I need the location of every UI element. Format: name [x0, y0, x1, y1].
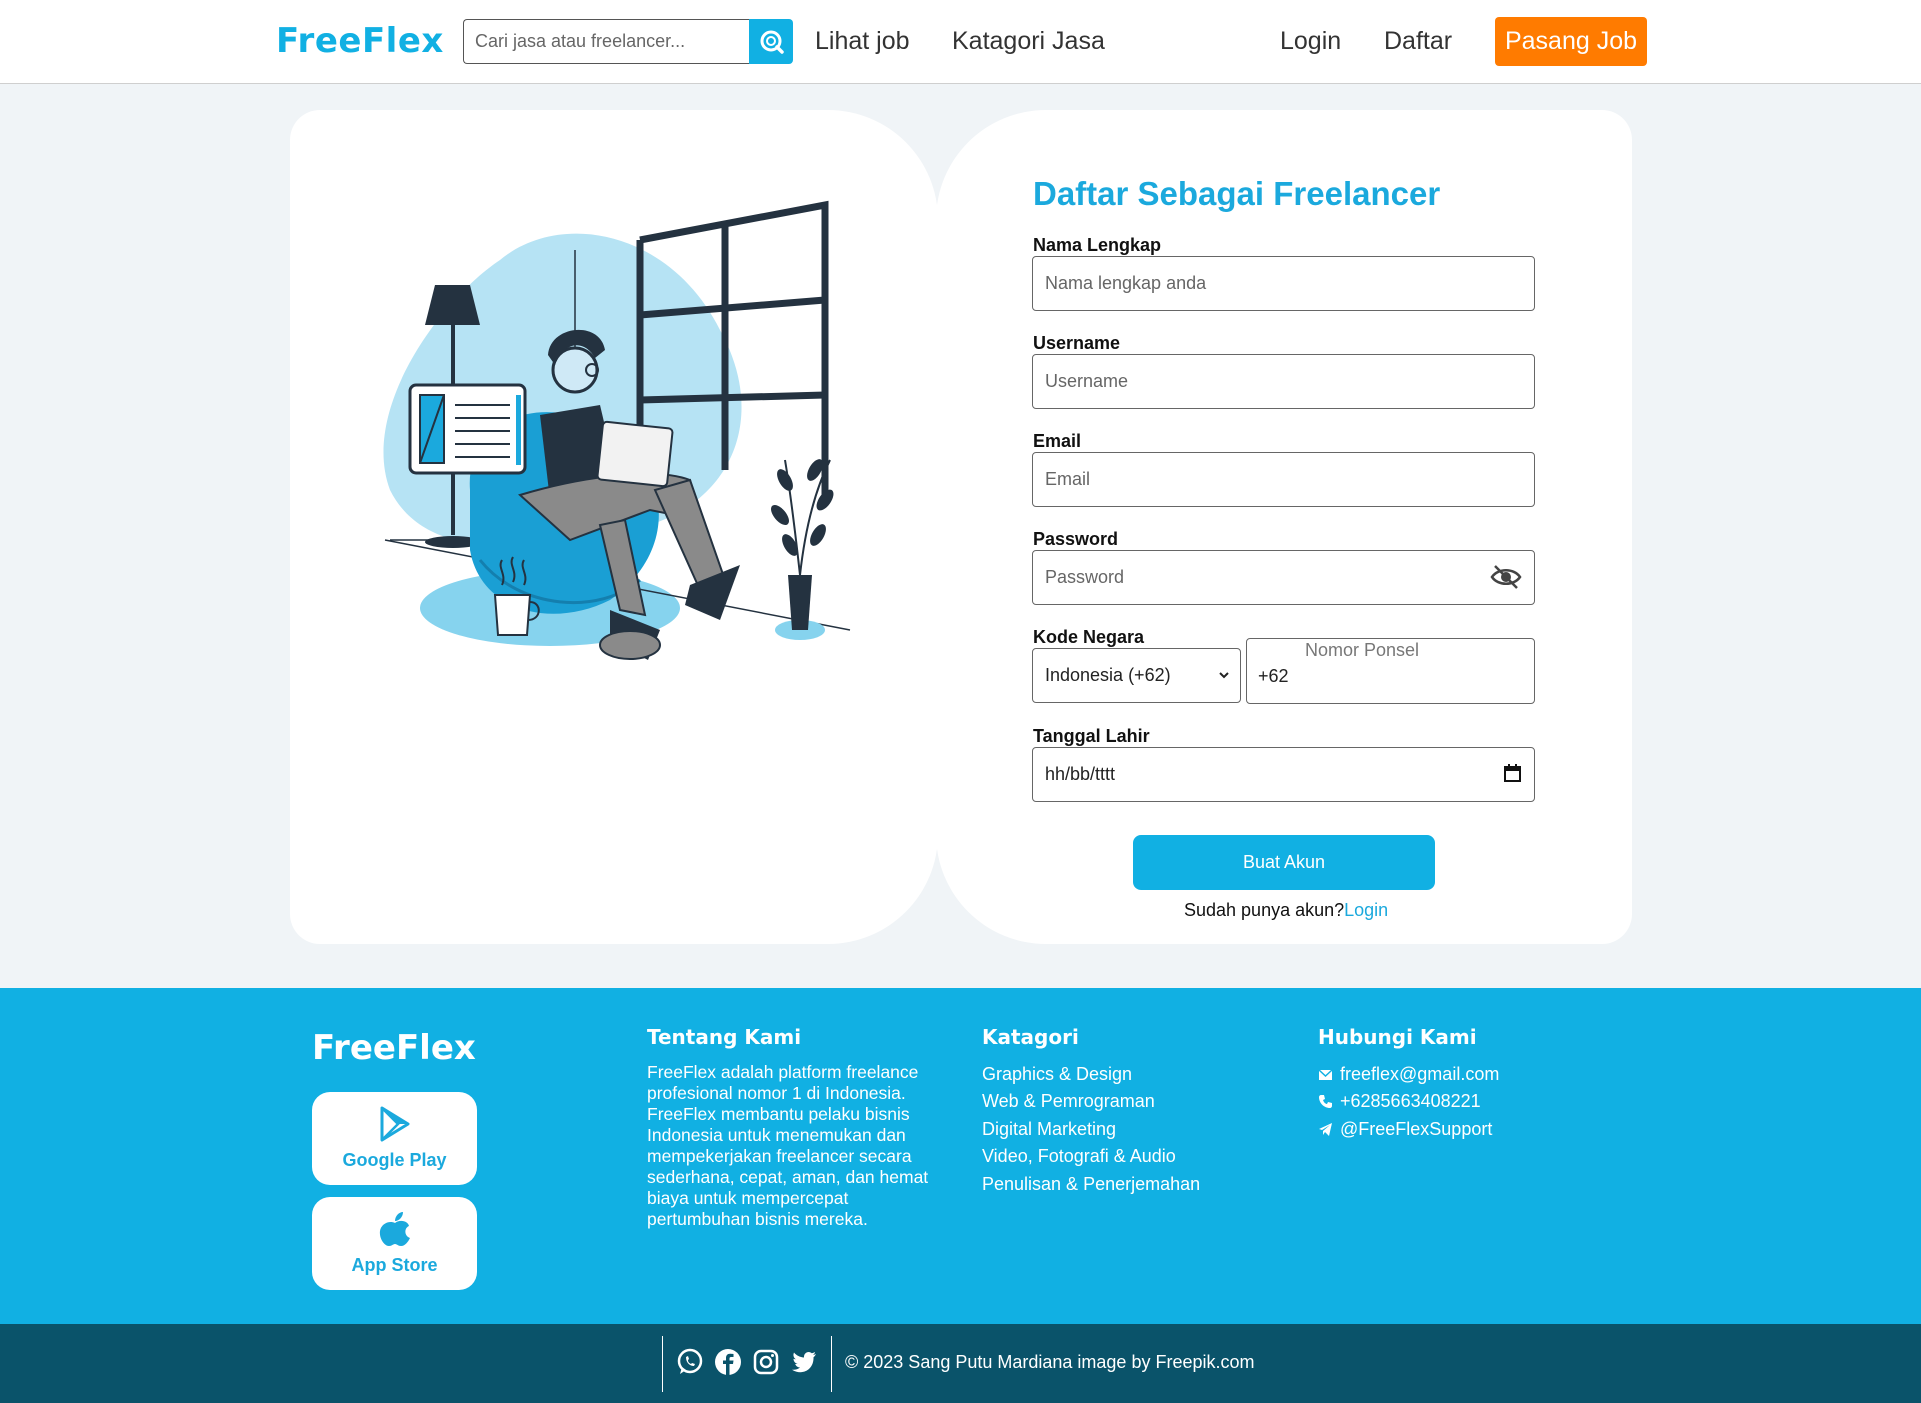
password-label: Password: [1033, 529, 1119, 549]
contact-telegram-text: @FreeFlexSupport: [1340, 1119, 1493, 1139]
whatsapp-icon[interactable]: [676, 1348, 704, 1376]
username-input[interactable]: [1032, 354, 1535, 409]
country-code-select[interactable]: Indonesia (+62): [1032, 648, 1241, 703]
footer: [0, 988, 1921, 1324]
nav-login[interactable]: Login: [1280, 27, 1341, 56]
username-label: Username: [1033, 333, 1121, 353]
footer-category-link[interactable]: Video, Fotografi & Audio: [982, 1146, 1176, 1167]
contact-email[interactable]: freeflex@gmail.com: [1318, 1064, 1499, 1085]
mail-icon: [1318, 1069, 1333, 1080]
app-store-label: App Store: [351, 1255, 438, 1275]
have-account-text: Sudah punya akun?: [1184, 900, 1345, 920]
post-job-button[interactable]: Pasang Job: [1495, 17, 1647, 66]
instagram-icon[interactable]: [752, 1348, 780, 1376]
birth-date-label: Tanggal Lahir: [1033, 726, 1150, 746]
contact-heading: Hubungi Kami: [1318, 1025, 1477, 1049]
footer-category-link[interactable]: Penulisan & Penerjemahan: [982, 1174, 1200, 1195]
country-code-label: Kode Negara: [1033, 627, 1145, 647]
copyright-text: © 2023 Sang Putu Mardiana image by Freep…: [845, 1352, 1255, 1372]
search-bar: [463, 19, 793, 64]
apple-icon: [379, 1212, 410, 1246]
login-link[interactable]: Login: [1344, 900, 1388, 920]
full-name-input[interactable]: [1032, 256, 1535, 311]
twitter-icon[interactable]: [790, 1348, 818, 1376]
google-play-button[interactable]: Google Play: [312, 1092, 477, 1185]
footer-category-link[interactable]: Web & Pemrograman: [982, 1091, 1155, 1112]
contact-phone[interactable]: +6285663408221: [1318, 1091, 1481, 1112]
category-heading: Katagori: [982, 1025, 1079, 1049]
footer-category-link[interactable]: Digital Marketing: [982, 1119, 1116, 1140]
contact-email-text: freeflex@gmail.com: [1340, 1064, 1500, 1084]
contact-telegram[interactable]: @FreeFlexSupport: [1318, 1119, 1492, 1140]
search-icon: [760, 30, 784, 54]
facebook-icon[interactable]: [714, 1348, 742, 1376]
calendar-icon[interactable]: [1504, 764, 1521, 782]
search-button[interactable]: [749, 19, 793, 64]
email-label: Email: [1033, 431, 1082, 451]
divider: [662, 1336, 663, 1392]
phone-input[interactable]: +62: [1258, 666, 1289, 687]
search-input[interactable]: [463, 19, 750, 64]
about-heading: Tentang Kami: [647, 1025, 802, 1049]
phone-legend: Nomor Ponsel: [1302, 640, 1423, 661]
birth-date-value: hh/bb/tttt: [1045, 764, 1116, 784]
nav-katagori-jasa[interactable]: Katagori Jasa: [952, 27, 1105, 56]
name-label: Nama Lengkap: [1033, 235, 1162, 255]
freelancer-illustration: [383, 200, 851, 660]
contact-phone-text: +6285663408221: [1340, 1091, 1481, 1111]
email-input[interactable]: [1032, 452, 1535, 507]
about-text: FreeFlex adalah platform freelance profe…: [647, 1062, 929, 1229]
form-title: Daftar Sebagai Freelancer: [1033, 175, 1441, 212]
phone-icon: [1319, 1095, 1332, 1108]
google-play-label: Google Play: [342, 1150, 447, 1170]
telegram-icon: [1319, 1123, 1332, 1136]
google-play-icon: [380, 1106, 410, 1142]
login-prompt: Sudah punya akun?Login: [1184, 900, 1388, 921]
eye-slash-icon[interactable]: [1490, 563, 1522, 591]
divider: [831, 1336, 832, 1392]
app-store-button[interactable]: App Store: [312, 1197, 477, 1290]
footer-logo: FreeFlex: [312, 1028, 476, 1068]
logo[interactable]: FreeFlex: [276, 21, 444, 61]
footer-category-link[interactable]: Graphics & Design: [982, 1064, 1132, 1085]
chevron-down-icon: [1219, 672, 1229, 679]
create-account-button[interactable]: Buat Akun: [1133, 835, 1435, 890]
country-code-value: Indonesia (+62): [1045, 665, 1171, 685]
nav-lihat-job[interactable]: Lihat job: [815, 27, 910, 56]
nav-daftar[interactable]: Daftar: [1384, 27, 1452, 56]
password-input[interactable]: [1032, 550, 1535, 605]
